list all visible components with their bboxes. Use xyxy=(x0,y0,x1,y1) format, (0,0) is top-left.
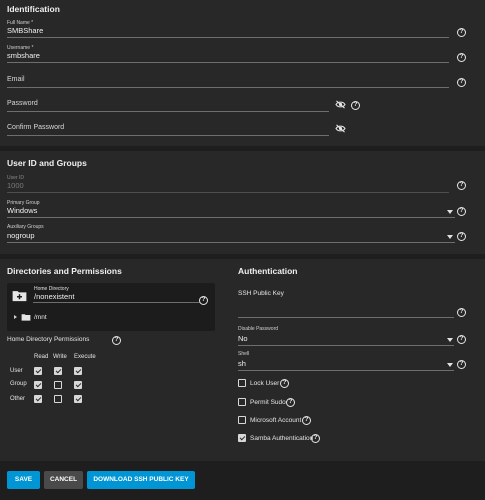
primary-group-select[interactable]: Windows xyxy=(7,206,37,215)
permit-sudo-checkbox[interactable] xyxy=(238,398,246,406)
email-help-icon[interactable]: ? xyxy=(457,78,466,87)
save-button[interactable]: SAVE xyxy=(7,471,40,489)
identification-title: Identification xyxy=(7,4,60,14)
microsoft-account-help-icon[interactable]: ? xyxy=(302,416,311,425)
permit-sudo-help-icon[interactable]: ? xyxy=(286,398,295,407)
row-user: User xyxy=(10,368,23,374)
lock-user-checkbox[interactable] xyxy=(238,379,246,387)
user-id-field: 1000 xyxy=(7,181,24,190)
full-name-field[interactable]: SMBShare xyxy=(7,26,43,35)
email-field[interactable]: Email xyxy=(7,76,25,83)
password-field[interactable]: Password xyxy=(7,100,38,107)
authentication-title: Authentication xyxy=(238,266,298,276)
confirm-password-field[interactable]: Confirm Password xyxy=(7,124,64,131)
ssh-key-label: SSH Public Key xyxy=(238,290,284,297)
disable-password-select[interactable]: No xyxy=(238,334,248,343)
home-directory-underline xyxy=(33,302,200,303)
disable-password-label: Disable Password xyxy=(238,326,279,332)
lock-user-label: Lock User xyxy=(250,380,280,387)
other-execute-checkbox[interactable] xyxy=(74,395,82,403)
primary-group-underline xyxy=(7,217,455,218)
microsoft-account-checkbox[interactable] xyxy=(238,416,246,424)
disable-password-underline xyxy=(238,345,454,346)
toggle-visibility-icon[interactable] xyxy=(335,124,346,133)
folder-icon xyxy=(21,314,31,321)
ssh-key-textarea[interactable] xyxy=(238,317,454,318)
password-help-icon[interactable]: ? xyxy=(351,101,360,110)
samba-auth-checkbox[interactable] xyxy=(238,434,246,442)
user-id-groups-panel: User ID and Groups User ID 1000 ? Primar… xyxy=(0,151,485,254)
permissions-label: Home Directory Permissions xyxy=(7,336,90,343)
column-execute: Execute xyxy=(74,354,96,360)
shell-select[interactable]: sh xyxy=(238,359,246,368)
column-write: Write xyxy=(53,354,67,360)
microsoft-account-label: Microsoft Account xyxy=(250,417,302,424)
username-help-icon[interactable]: ? xyxy=(457,53,466,62)
user-write-checkbox[interactable] xyxy=(54,367,62,375)
primary-group-help-icon[interactable]: ? xyxy=(457,207,466,216)
row-other: Other xyxy=(10,396,26,402)
aux-groups-help-icon[interactable]: ? xyxy=(457,232,466,241)
confirm-password-underline xyxy=(7,135,329,136)
full-name-underline xyxy=(7,37,449,38)
directories-auth-panel: Directories and Permissions Home Directo… xyxy=(0,259,485,461)
user-id-help-icon[interactable]: ? xyxy=(457,181,466,190)
user-read-checkbox[interactable] xyxy=(34,367,42,375)
chevron-down-icon[interactable] xyxy=(447,338,453,342)
aux-groups-label: Auxiliary Groups xyxy=(7,224,44,230)
folder-add-icon[interactable] xyxy=(12,289,27,302)
home-directory-help-icon[interactable]: ? xyxy=(199,296,208,305)
samba-auth-label: Samba Authentication xyxy=(250,435,314,442)
home-directory-box: Home Directory /nonexistent ? /mnt xyxy=(7,283,215,331)
user-id-groups-title: User ID and Groups xyxy=(7,158,87,168)
aux-groups-underline xyxy=(7,242,455,243)
chevron-down-icon[interactable] xyxy=(447,210,453,214)
user-execute-checkbox[interactable] xyxy=(74,367,82,375)
full-name-help-icon[interactable]: ? xyxy=(457,28,466,37)
aux-groups-select[interactable]: nogroup xyxy=(7,231,35,240)
column-read: Read xyxy=(34,354,49,360)
tree-item-mnt[interactable]: /mnt xyxy=(34,314,47,321)
chevron-down-icon[interactable] xyxy=(447,235,453,239)
group-read-checkbox[interactable] xyxy=(34,381,42,389)
directories-title: Directories and Permissions xyxy=(7,266,122,276)
username-underline xyxy=(7,62,449,63)
permissions-help-icon[interactable]: ? xyxy=(112,336,121,345)
other-write-checkbox[interactable] xyxy=(54,395,62,403)
group-execute-checkbox[interactable] xyxy=(74,381,82,389)
home-directory-field[interactable]: /nonexistent xyxy=(34,292,74,301)
email-underline xyxy=(7,87,449,88)
permit-sudo-label: Permit Sudo xyxy=(250,399,286,406)
disable-password-help-icon[interactable]: ? xyxy=(457,335,466,344)
row-group: Group xyxy=(10,381,27,387)
lock-user-help-icon[interactable]: ? xyxy=(280,379,289,388)
username-field[interactable]: smbshare xyxy=(7,51,40,60)
shell-help-icon[interactable]: ? xyxy=(457,360,466,369)
samba-auth-help-icon[interactable]: ? xyxy=(311,434,320,443)
shell-underline xyxy=(238,370,454,371)
identification-panel: Identification Full Name * SMBShare ? Us… xyxy=(0,0,485,146)
user-id-underline xyxy=(7,192,449,193)
cancel-button[interactable]: CANCEL xyxy=(44,471,83,489)
toggle-visibility-icon[interactable] xyxy=(335,100,346,109)
chevron-down-icon[interactable] xyxy=(447,363,453,367)
group-write-checkbox[interactable] xyxy=(54,381,62,389)
other-read-checkbox[interactable] xyxy=(34,395,42,403)
password-underline xyxy=(7,111,329,112)
ssh-key-help-icon[interactable]: ? xyxy=(457,308,466,317)
download-ssh-key-button[interactable]: DOWNLOAD SSH PUBLIC KEY xyxy=(87,471,195,489)
tree-expand-icon[interactable] xyxy=(14,315,17,319)
shell-label: Shell xyxy=(238,351,250,357)
